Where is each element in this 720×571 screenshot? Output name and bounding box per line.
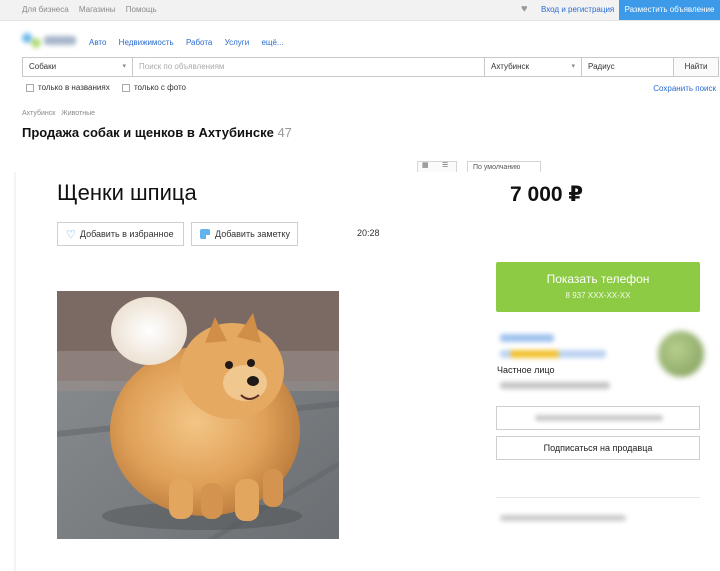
breadcrumb-item[interactable]: Животные [61,110,95,117]
subscribe-seller-button[interactable]: Подписаться на продавца [496,436,700,460]
nav-item-more[interactable]: ещё... [261,38,283,47]
search-bar: Собаки ▾ Поиск по объявлениям Ахтубинск … [22,57,719,77]
nav-item-jobs[interactable]: Работа [186,38,212,47]
add-favorite-button[interactable]: ♡ Добавить в избранное [57,222,184,246]
top-bar: Для бизнеса Магазины Помощь ♥ Вход и рег… [0,0,720,21]
write-message-label [535,415,663,421]
seller-avatar[interactable] [658,331,704,377]
seller-name[interactable] [500,334,554,342]
category-select[interactable]: Собаки ▾ [23,58,133,76]
seller-rating [500,350,606,358]
ad-meta [500,515,626,521]
note-icon [200,229,210,239]
divider [496,497,700,498]
page-title-text: Продажа собак и щенков в Ахтубинске [22,125,274,140]
phone-number-masked: 8 937 XXX-XX-XX [565,291,631,300]
checkbox-box [121,83,130,92]
show-phone-button[interactable]: Показать телефон 8 937 XXX-XX-XX [496,262,700,312]
site-logo[interactable] [22,30,78,52]
checkbox-box [26,83,34,92]
list-view-icon[interactable]: ☰ [442,162,448,169]
save-search-link[interactable]: Сохранить поиск [653,84,716,93]
only-titles-checkbox[interactable]: только в названиях [26,83,110,92]
only-photo-checkbox[interactable]: только с фото [121,83,186,92]
login-link[interactable]: Вход и регистрация [541,5,614,14]
search-button[interactable]: Найти [673,57,719,77]
write-message-button[interactable] [496,406,700,430]
breadcrumb: Ахтубинск Животные [22,110,99,117]
city-select[interactable]: Ахтубинск ▾ [485,58,582,76]
heart-icon[interactable]: ♥ [521,3,528,15]
add-favorite-label: Добавить в избранное [79,229,174,239]
breadcrumb-item[interactable]: Ахтубинск [22,110,55,117]
city-select-value: Ахтубинск [491,62,530,71]
top-link-business[interactable]: Для бизнеса [22,5,69,14]
nav-item-services[interactable]: Услуги [225,38,250,47]
page-title: Продажа собак и щенков в Ахтубинске 47 [22,125,292,140]
ad-title: Щенки шпица [57,180,197,205]
show-phone-label: Показать телефон [546,272,650,286]
grid-view-icon[interactable]: ▦ [422,162,429,169]
nav-item-realty[interactable]: Недвижимость [119,38,174,47]
top-links: Для бизнеса Магазины Помощь [22,5,165,14]
seller-type: Частное лицо [497,365,555,375]
only-photo-label: только с фото [133,83,186,92]
add-note-button[interactable]: Добавить заметку [191,222,298,246]
chevron-down-icon: ▾ [122,63,126,70]
top-link-shops[interactable]: Магазины [79,5,116,14]
radius-select-value: Радиус [588,62,615,71]
search-options: только в названиях только с фото [26,83,196,94]
add-note-label: Добавить заметку [215,229,290,239]
search-input[interactable]: Поиск по объявлениям [133,58,485,76]
top-link-help[interactable]: Помощь [126,5,157,14]
ad-time: 20:28 [357,228,380,238]
ad-price: 7 000 ₽ [510,183,583,206]
results-count: 47 [277,125,292,140]
card-divider [14,172,16,571]
nav-item-auto[interactable]: Авто [89,38,106,47]
post-ad-button[interactable]: Разместить объявление [619,0,720,20]
ad-photo[interactable] [57,291,339,539]
only-titles-label: только в названиях [38,83,110,92]
category-nav: Авто Недвижимость Работа Услуги ещё... [89,38,294,47]
category-select-value: Собаки [29,62,57,71]
chevron-down-icon: ▾ [571,63,575,70]
heart-outline-icon: ♡ [66,228,76,241]
seller-since [500,382,610,389]
